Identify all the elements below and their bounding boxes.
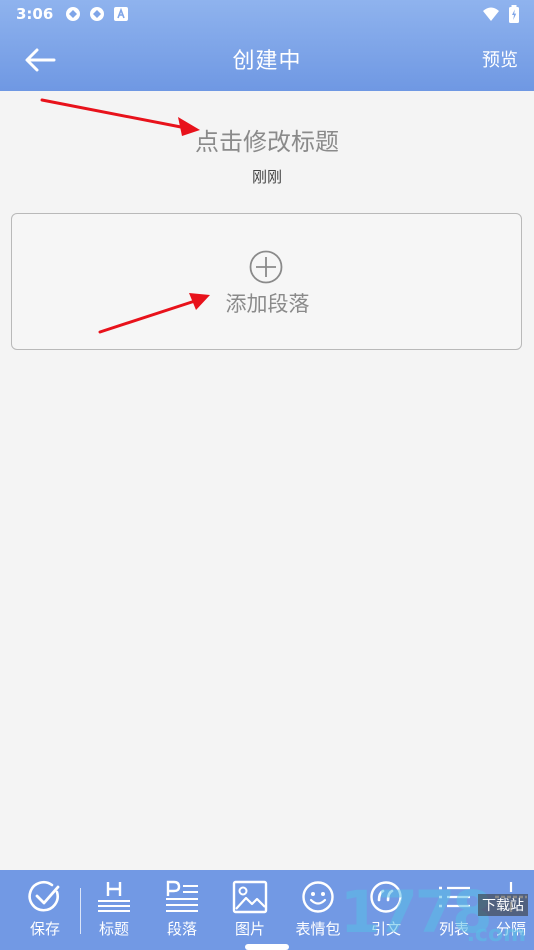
tool-label: 段落 xyxy=(166,920,197,938)
tool-label: 引文 xyxy=(370,920,401,938)
emoji-button[interactable]: 表情包 xyxy=(291,880,345,944)
tool-label: 列表 xyxy=(438,920,469,938)
heading-button[interactable]: 标题 xyxy=(87,880,141,944)
image-button[interactable]: 图片 xyxy=(223,880,277,944)
preview-button[interactable]: 预览 xyxy=(482,46,518,72)
battery-icon xyxy=(509,5,519,23)
bottom-toolbar: 保存 标题 段落 图片 表情包 引文 列表 分隔 xyxy=(0,870,534,950)
page-title: 创建中 xyxy=(232,49,302,74)
list-button[interactable]: 列表 xyxy=(427,880,481,944)
tool-label: 保存 xyxy=(29,920,60,938)
tool-label: 图片 xyxy=(234,920,265,938)
font-notification-icon xyxy=(114,7,129,21)
document-title-field[interactable]: 点击修改标题 xyxy=(0,122,534,157)
back-arrow-icon[interactable] xyxy=(22,42,58,78)
quote-icon xyxy=(370,881,402,913)
quote-button[interactable]: 引文 xyxy=(359,880,413,944)
document-timestamp: 刚刚 xyxy=(251,168,282,186)
list-icon xyxy=(439,886,470,908)
divider-button[interactable]: 分隔 xyxy=(488,880,534,944)
paragraph-icon xyxy=(166,880,198,912)
home-indicator[interactable] xyxy=(245,944,289,950)
status-time: 3:06 xyxy=(16,5,54,23)
plus-circle-icon xyxy=(249,250,283,284)
tool-label: 标题 xyxy=(98,920,129,938)
tool-label: 分隔 xyxy=(495,920,526,938)
status-bar: 3:06 xyxy=(0,0,534,28)
tool-label: 表情包 xyxy=(295,920,341,938)
app-notification-icon xyxy=(90,7,105,21)
app-notification-icon xyxy=(66,7,81,21)
divider-icon xyxy=(495,882,527,912)
save-button[interactable]: 保存 xyxy=(18,880,72,944)
image-icon xyxy=(232,880,268,914)
app-bar: 创建中 预览 xyxy=(0,30,534,88)
heading-icon xyxy=(98,882,130,912)
wifi-icon xyxy=(483,7,499,21)
toolbar-divider xyxy=(80,888,81,934)
check-circle-icon xyxy=(28,880,60,912)
add-paragraph-label: 添加段落 xyxy=(225,292,310,316)
top-bar: 3:06 创建中 预览 xyxy=(0,0,534,91)
emoji-icon xyxy=(302,881,334,913)
add-paragraph-button[interactable]: 添加段落 xyxy=(11,213,522,350)
status-right xyxy=(482,5,520,23)
paragraph-button[interactable]: 段落 xyxy=(155,880,209,944)
